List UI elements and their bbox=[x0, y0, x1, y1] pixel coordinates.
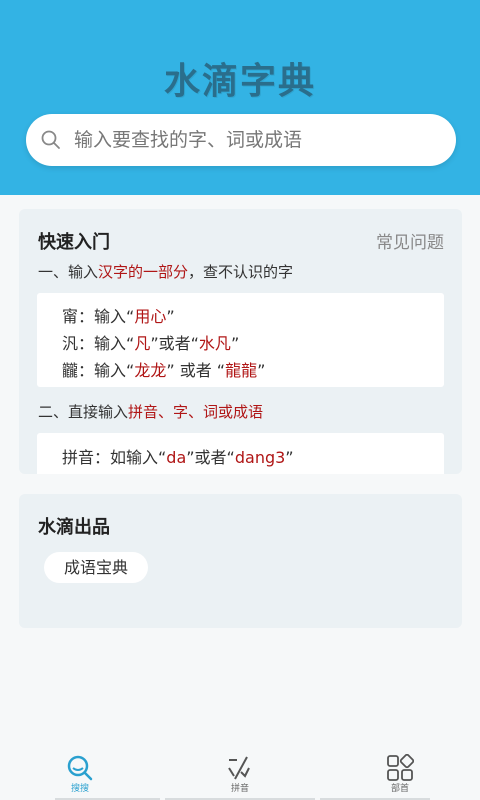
search-icon bbox=[67, 755, 93, 781]
tab-pinyin[interactable]: 拼音 bbox=[160, 748, 320, 800]
search-icon bbox=[41, 130, 60, 149]
tab-label: 部首 bbox=[390, 784, 409, 794]
bottom-tab-bar: 搜搜 拼音 部首 bbox=[0, 748, 480, 800]
quick-start-title: 快速入门 bbox=[38, 232, 110, 253]
example-line: 拼音：如输入“da”或者“dang3” bbox=[62, 448, 294, 467]
example-box-parts: 甯：输入“用心” 汎：输入“凡”或者“水凡” 龖：输入“龙龙” 或者 “龍龍” bbox=[37, 293, 444, 387]
products-card: 水滴出品 成语宝典 bbox=[19, 494, 462, 628]
example-line: 汎：输入“凡”或者“水凡” bbox=[62, 334, 240, 353]
example-line: 龖：输入“龙龙” 或者 “龍龍” bbox=[62, 361, 266, 380]
example-line: 甯：输入“用心” bbox=[62, 307, 175, 326]
product-chip-idiom-dictionary[interactable]: 成语宝典 bbox=[44, 552, 149, 583]
tab-radical[interactable]: 部首 bbox=[320, 748, 480, 800]
radical-grid-icon bbox=[387, 754, 414, 781]
app-title: 水滴字典 bbox=[163, 61, 316, 102]
search-input[interactable] bbox=[72, 128, 436, 152]
tab-search[interactable]: 搜搜 bbox=[0, 748, 160, 800]
example-box-pinyin: 拼音：如输入“da”或者“dang3” bbox=[37, 433, 444, 474]
step-1: 一、输入汉字的一部分，查不认识的字 bbox=[38, 263, 294, 281]
faq-link[interactable]: 常见问题 bbox=[376, 228, 444, 253]
pinyin-icon bbox=[228, 756, 250, 780]
tab-label: 搜搜 bbox=[70, 784, 89, 794]
tab-label: 拼音 bbox=[230, 784, 249, 794]
search-bar[interactable] bbox=[26, 114, 456, 166]
products-title: 水滴出品 bbox=[38, 517, 110, 538]
quick-start-card: 快速入门 常见问题 一、输入汉字的一部分，查不认识的字 甯：输入“用心” 汎：输… bbox=[19, 209, 462, 474]
header: 水滴字典 bbox=[0, 0, 480, 195]
step-2: 二、直接输入拼音、字、词或成语 bbox=[38, 403, 264, 421]
